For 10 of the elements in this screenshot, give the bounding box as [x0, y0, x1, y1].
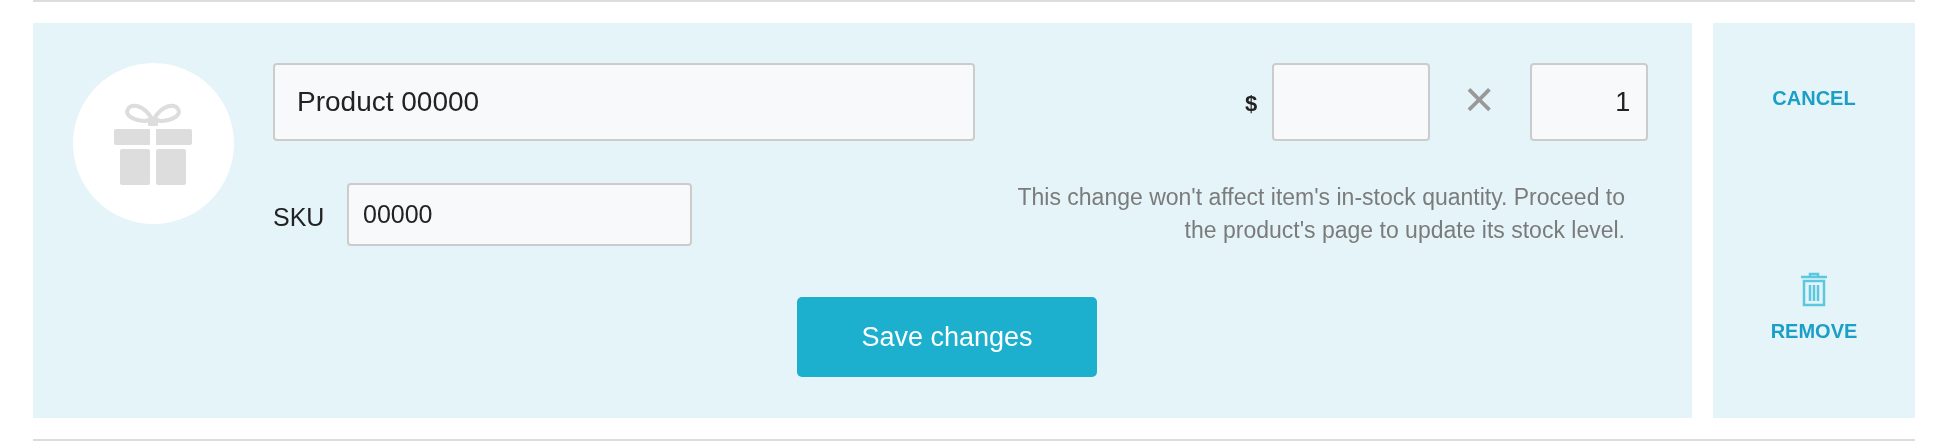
- trash-icon: [1800, 272, 1828, 308]
- currency-symbol: $: [1245, 90, 1259, 118]
- sku-field[interactable]: 00000: [347, 183, 692, 246]
- product-name-field[interactable]: Product 00000: [273, 63, 975, 141]
- multiply-sign: ×: [1464, 73, 1495, 125]
- sku-label: SKU: [273, 202, 326, 233]
- gift-icon: [114, 102, 192, 185]
- quantity-field[interactable]: 1: [1530, 63, 1649, 141]
- price-field[interactable]: [1272, 63, 1430, 141]
- stock-note: This change won't affect item's in-stock quantity. Proceed to the product's page to update its stock level.: [1016, 183, 1625, 245]
